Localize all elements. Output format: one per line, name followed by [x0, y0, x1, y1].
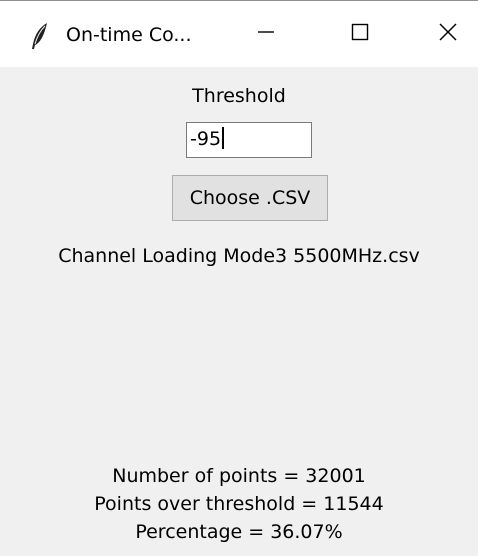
points-count-label: Number of points = 32001	[112, 465, 366, 487]
title-bar[interactable]: On-time Co...	[0, 1, 478, 67]
text-caret	[222, 127, 225, 149]
window-title: On-time Co...	[66, 24, 192, 46]
threshold-value: -95	[190, 128, 222, 150]
selected-file-label: Channel Loading Mode3 5500MHz.csv	[58, 245, 420, 267]
minimize-button[interactable]	[236, 1, 296, 67]
points-over-threshold-label: Points over threshold = 11544	[94, 493, 384, 515]
feather-icon[interactable]	[30, 22, 50, 50]
maximize-icon	[350, 22, 370, 46]
app-window: On-time Co... Threshold -95 Choose .CSV …	[0, 0, 478, 556]
threshold-label: Threshold	[192, 85, 286, 107]
maximize-button[interactable]	[330, 1, 390, 67]
threshold-input[interactable]: -95	[186, 122, 312, 158]
choose-csv-button[interactable]: Choose .CSV	[172, 175, 328, 221]
minimize-icon	[256, 22, 276, 46]
close-button[interactable]	[418, 1, 478, 67]
percentage-label: Percentage = 36.07%	[135, 521, 343, 543]
close-icon	[438, 22, 458, 46]
